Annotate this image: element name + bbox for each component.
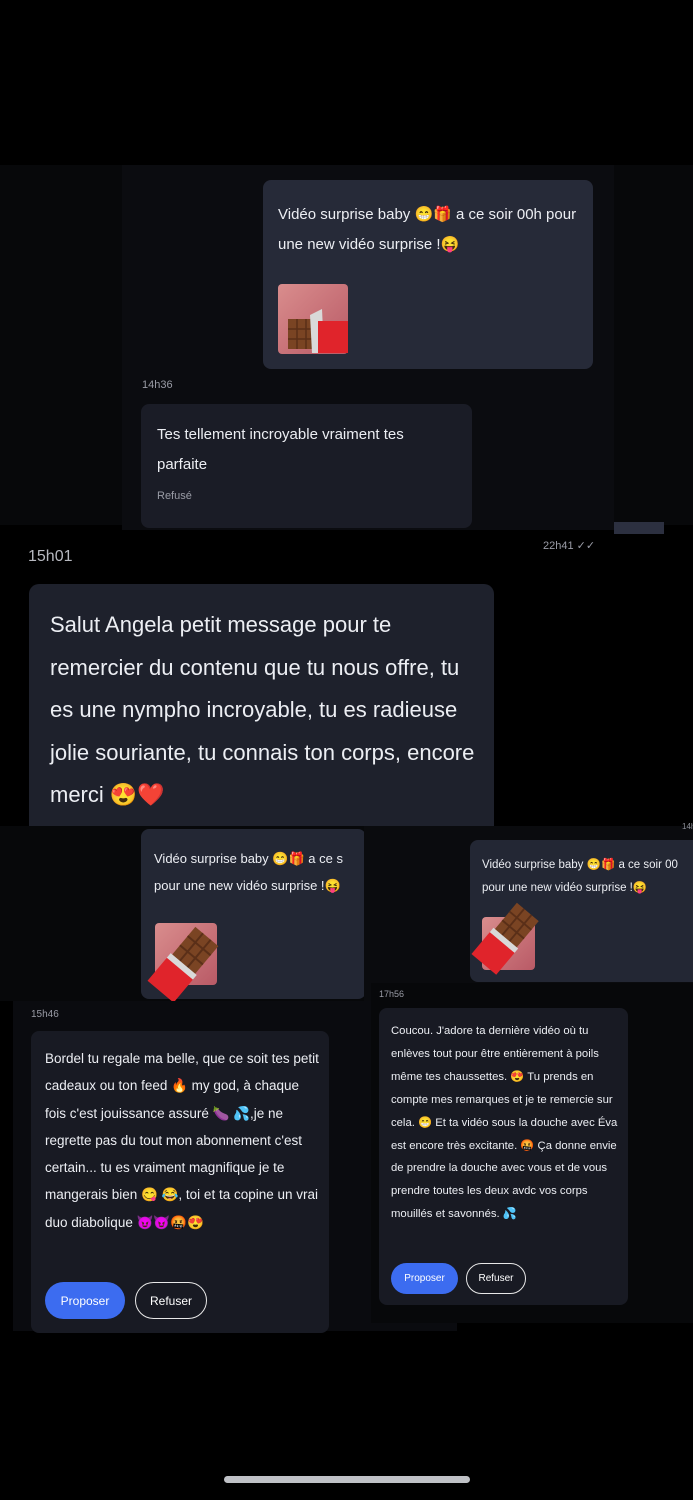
bubble-text: Vidéo surprise baby 😁🎁 a ce soir 00h pou… <box>278 206 577 253</box>
refuse-button[interactable]: Refuser <box>466 1263 526 1294</box>
chocolate-bar-icon <box>288 309 348 353</box>
chocolate-bar-icon <box>147 926 219 1003</box>
bubble-text: Tes tellement incroyable vraiment tes pa… <box>157 426 404 473</box>
propose-button[interactable]: Proposer <box>45 1282 125 1319</box>
top-edge-strip <box>614 522 664 534</box>
status-refused: Refusé <box>157 490 192 502</box>
bubble-text: Vidéo surprise baby 😁🎁 a ce s pour une n… <box>154 851 343 893</box>
bubble-text: Bordel tu regale ma belle, que ce soit t… <box>45 1051 319 1230</box>
bubble-text: Vidéo surprise baby 😁🎁 a ce soir 00 pour… <box>482 859 678 894</box>
main-message-text: Salut Angela petit message pour te remer… <box>50 612 475 807</box>
message-bubble-refused[interactable]: Tes tellement incroyable vraiment tes pa… <box>141 404 472 528</box>
timestamp-17h56: 17h56 <box>379 989 405 999</box>
message-bubble-bottom-right[interactable]: Coucou. J'adore ta dernière vidéo où tu … <box>379 1008 628 1305</box>
timestamp-15h01: 15h01 <box>28 548 73 565</box>
bubble-text: Coucou. J'adore ta dernière vidéo où tu … <box>391 1025 618 1221</box>
propose-button[interactable]: Proposer <box>391 1263 458 1294</box>
refuse-button[interactable]: Refuser <box>135 1282 207 1319</box>
read-receipt-time: 22h41 ✓✓ <box>543 540 596 552</box>
timestamp-15h46: 15h46 <box>31 1009 59 1020</box>
main-message-bubble[interactable]: Salut Angela petit message pour te remer… <box>29 584 494 826</box>
corner-timestamp: 14h <box>682 822 693 831</box>
home-indicator[interactable] <box>224 1476 470 1483</box>
timestamp-14h36: 14h36 <box>142 379 173 391</box>
chocolate-bar-icon <box>471 902 539 975</box>
